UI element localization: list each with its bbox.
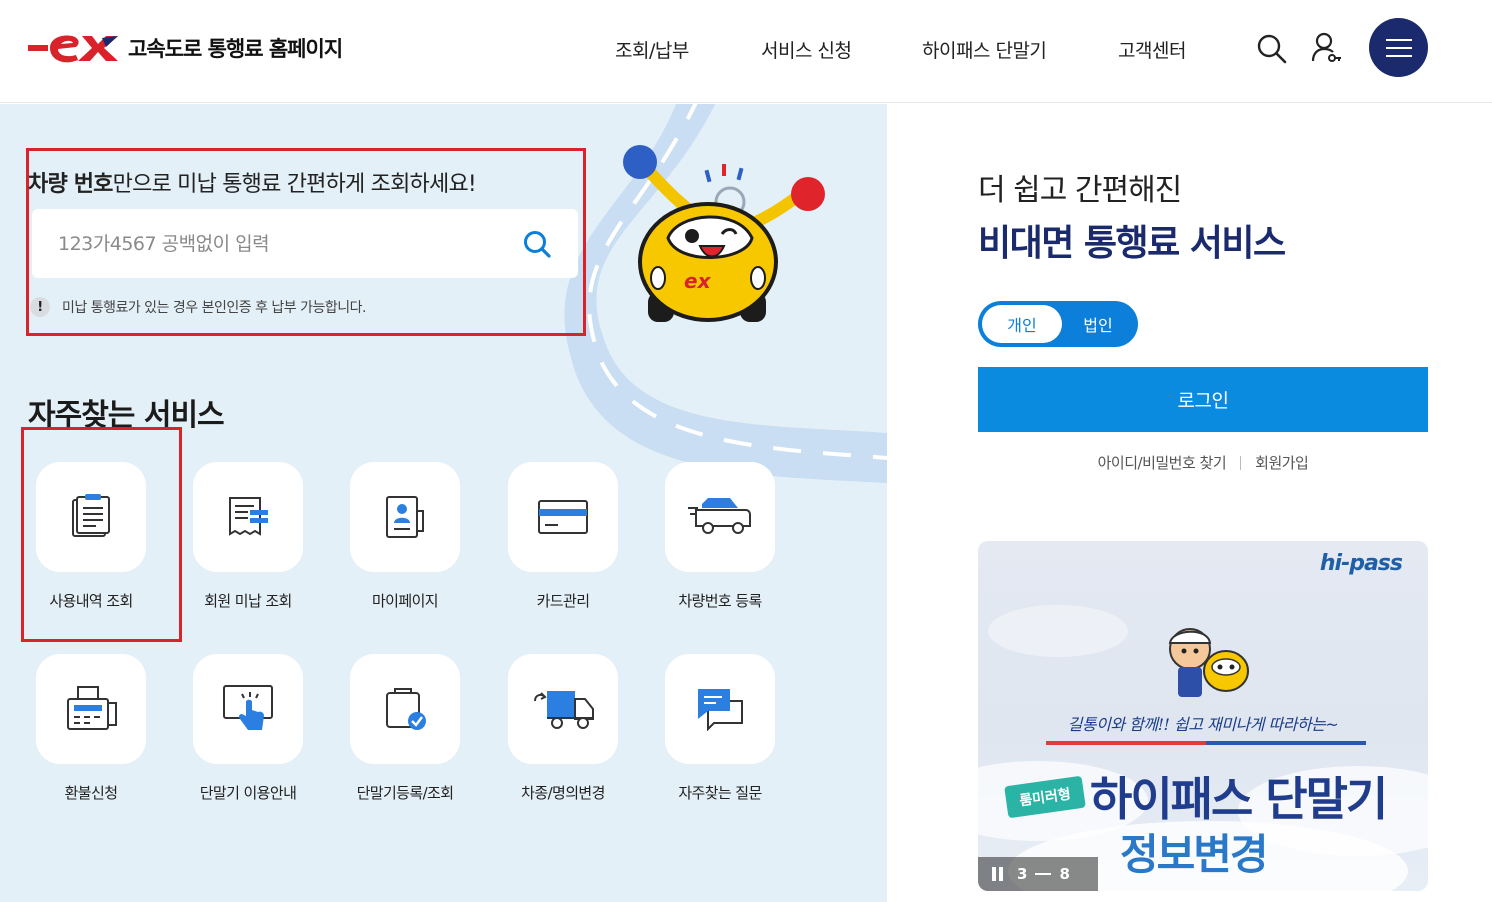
link-divider [1240, 455, 1242, 470]
hipass-logo: hi-pass [1319, 551, 1403, 576]
banner-subheadline: 정보변경 [1120, 830, 1269, 879]
service-tile [508, 462, 618, 572]
search-notice: ! 미납 통행료가 있는 경우 본인인증 후 납부 가능합니다. [30, 297, 366, 317]
account-title: 비대면 통행료 서비스 [978, 223, 1286, 264]
site-title: 고속도로 통행료 홈페이지 [128, 37, 343, 61]
device-check-icon [386, 688, 426, 730]
service-tile [665, 462, 775, 572]
service-label: 자주찾는 질문 [678, 784, 762, 802]
service-tile [36, 654, 146, 764]
plate-search-box [32, 209, 578, 278]
service-tile [350, 654, 460, 764]
service-label: 차종/명의변경 [521, 784, 605, 802]
receipt-icon [229, 497, 268, 536]
mascot-characters-icon [1168, 628, 1249, 697]
search-notice-text: 미납 통행료가 있는 경우 본인인증 후 납부 가능합니다. [62, 300, 366, 316]
service-label: 사용내역 조회 [49, 592, 133, 610]
account-subtitle: 더 쉽고 간편해진 [978, 173, 1182, 208]
site-logo[interactable]: 고속도로 통행료 홈페이지 [28, 28, 343, 68]
left-panel: ex 차량 번호만으로 미납 통행료 간편하게 조회하세요! ! 미납 통행료가… [0, 104, 887, 902]
service-card-management[interactable]: 카드관리 [488, 462, 638, 611]
hamburger-menu-icon [1385, 38, 1412, 57]
service-tile [193, 654, 303, 764]
service-plate-registration[interactable]: 차량번호 등록 [645, 462, 795, 611]
service-label: 마이페이지 [371, 592, 439, 610]
signup-link[interactable]: 회원가입 [1255, 452, 1309, 473]
service-faq[interactable]: 자주찾는 질문 [645, 654, 795, 803]
service-member-unpaid[interactable]: 회원 미납 조회 [173, 462, 323, 611]
pager-separator [1035, 873, 1052, 875]
service-label: 차량번호 등록 [678, 592, 762, 610]
fax-refund-icon [67, 686, 117, 730]
service-label: 환불신청 [64, 784, 118, 802]
banner-divider [1046, 741, 1366, 745]
banner-current-page: 3 [1017, 865, 1028, 883]
search-title-bold: 차량 번호 [28, 172, 113, 197]
nav-service-application[interactable]: 서비스 신청 [761, 36, 852, 63]
account-links: 아이디/비밀번호 찾기 회원가입 [978, 452, 1428, 473]
truck-change-icon [534, 691, 594, 729]
service-mypage[interactable]: 마이페이지 [330, 462, 480, 611]
plate-number-input[interactable] [58, 229, 498, 259]
service-label: 카드관리 [536, 592, 590, 610]
nav-hipass-device[interactable]: 하이패스 단말기 [922, 36, 1047, 63]
service-device-guide[interactable]: 단말기 이용안내 [173, 654, 323, 803]
service-tile [350, 462, 460, 572]
mascot-car-icon: ex [623, 145, 825, 322]
hamburger-menu-button[interactable] [1369, 18, 1428, 77]
promo-banner[interactable]: hi-pass 길통이와 함께!! 쉽고 재미나게 따라하는~ 룸미러형 하이패… [978, 541, 1428, 891]
service-label: 단말기등록/조회 [356, 784, 454, 802]
banner-headline: 하이패스 단말기 [1090, 772, 1388, 826]
svg-text:ex: ex [684, 269, 712, 293]
usage-history-icon [72, 494, 110, 537]
touch-screen-icon [223, 685, 273, 730]
service-vehicle-owner-change[interactable]: 차종/명의변경 [488, 654, 638, 803]
service-refund-request[interactable]: 환불신청 [16, 654, 166, 803]
search-title-rest: 만으로 미납 통행료 간편하게 조회하세요! [112, 172, 477, 197]
nav-inquiry-payment[interactable]: 조회/납부 [615, 36, 689, 63]
plate-search-button[interactable] [522, 229, 552, 259]
user-icon[interactable] [1310, 31, 1342, 65]
service-device-registration[interactable]: 단말기등록/조회 [330, 654, 480, 803]
service-label: 회원 미납 조회 [204, 592, 292, 610]
banner-controls: 3 8 [978, 857, 1098, 891]
toggle-corporate[interactable]: 법인 [1062, 305, 1134, 343]
search-icon[interactable] [1256, 33, 1288, 65]
banner-caption: 길통이와 함께!! 쉽고 재미나게 따라하는~ [1067, 715, 1339, 734]
service-usage-history[interactable]: 사용내역 조회 [16, 462, 166, 611]
banner-total-pages: 8 [1059, 865, 1070, 883]
login-button[interactable]: 로그인 [978, 367, 1428, 432]
service-label: 단말기 이용안내 [199, 784, 297, 802]
profile-card-icon [386, 496, 424, 538]
credit-card-icon [538, 500, 588, 534]
car-register-icon [688, 498, 751, 534]
ex-logo-icon [28, 35, 118, 63]
service-tile [508, 654, 618, 764]
faq-chat-icon [698, 689, 743, 731]
exclamation-icon: ! [30, 297, 50, 317]
member-type-toggle: 개인 법인 [978, 301, 1138, 347]
service-tile [36, 462, 146, 572]
service-tile [193, 462, 303, 572]
find-id-password-link[interactable]: 아이디/비밀번호 찾기 [1098, 452, 1227, 473]
service-tile [665, 654, 775, 764]
site-header: 고속도로 통행료 홈페이지 조회/납부 서비스 신청 하이패스 단말기 고객센터 [0, 0, 1492, 103]
pause-icon[interactable] [992, 867, 1003, 881]
nav-customer-center[interactable]: 고객센터 [1118, 36, 1186, 63]
toggle-personal[interactable]: 개인 [982, 305, 1062, 343]
search-title: 차량 번호만으로 미납 통행료 간편하게 조회하세요! [28, 166, 477, 198]
